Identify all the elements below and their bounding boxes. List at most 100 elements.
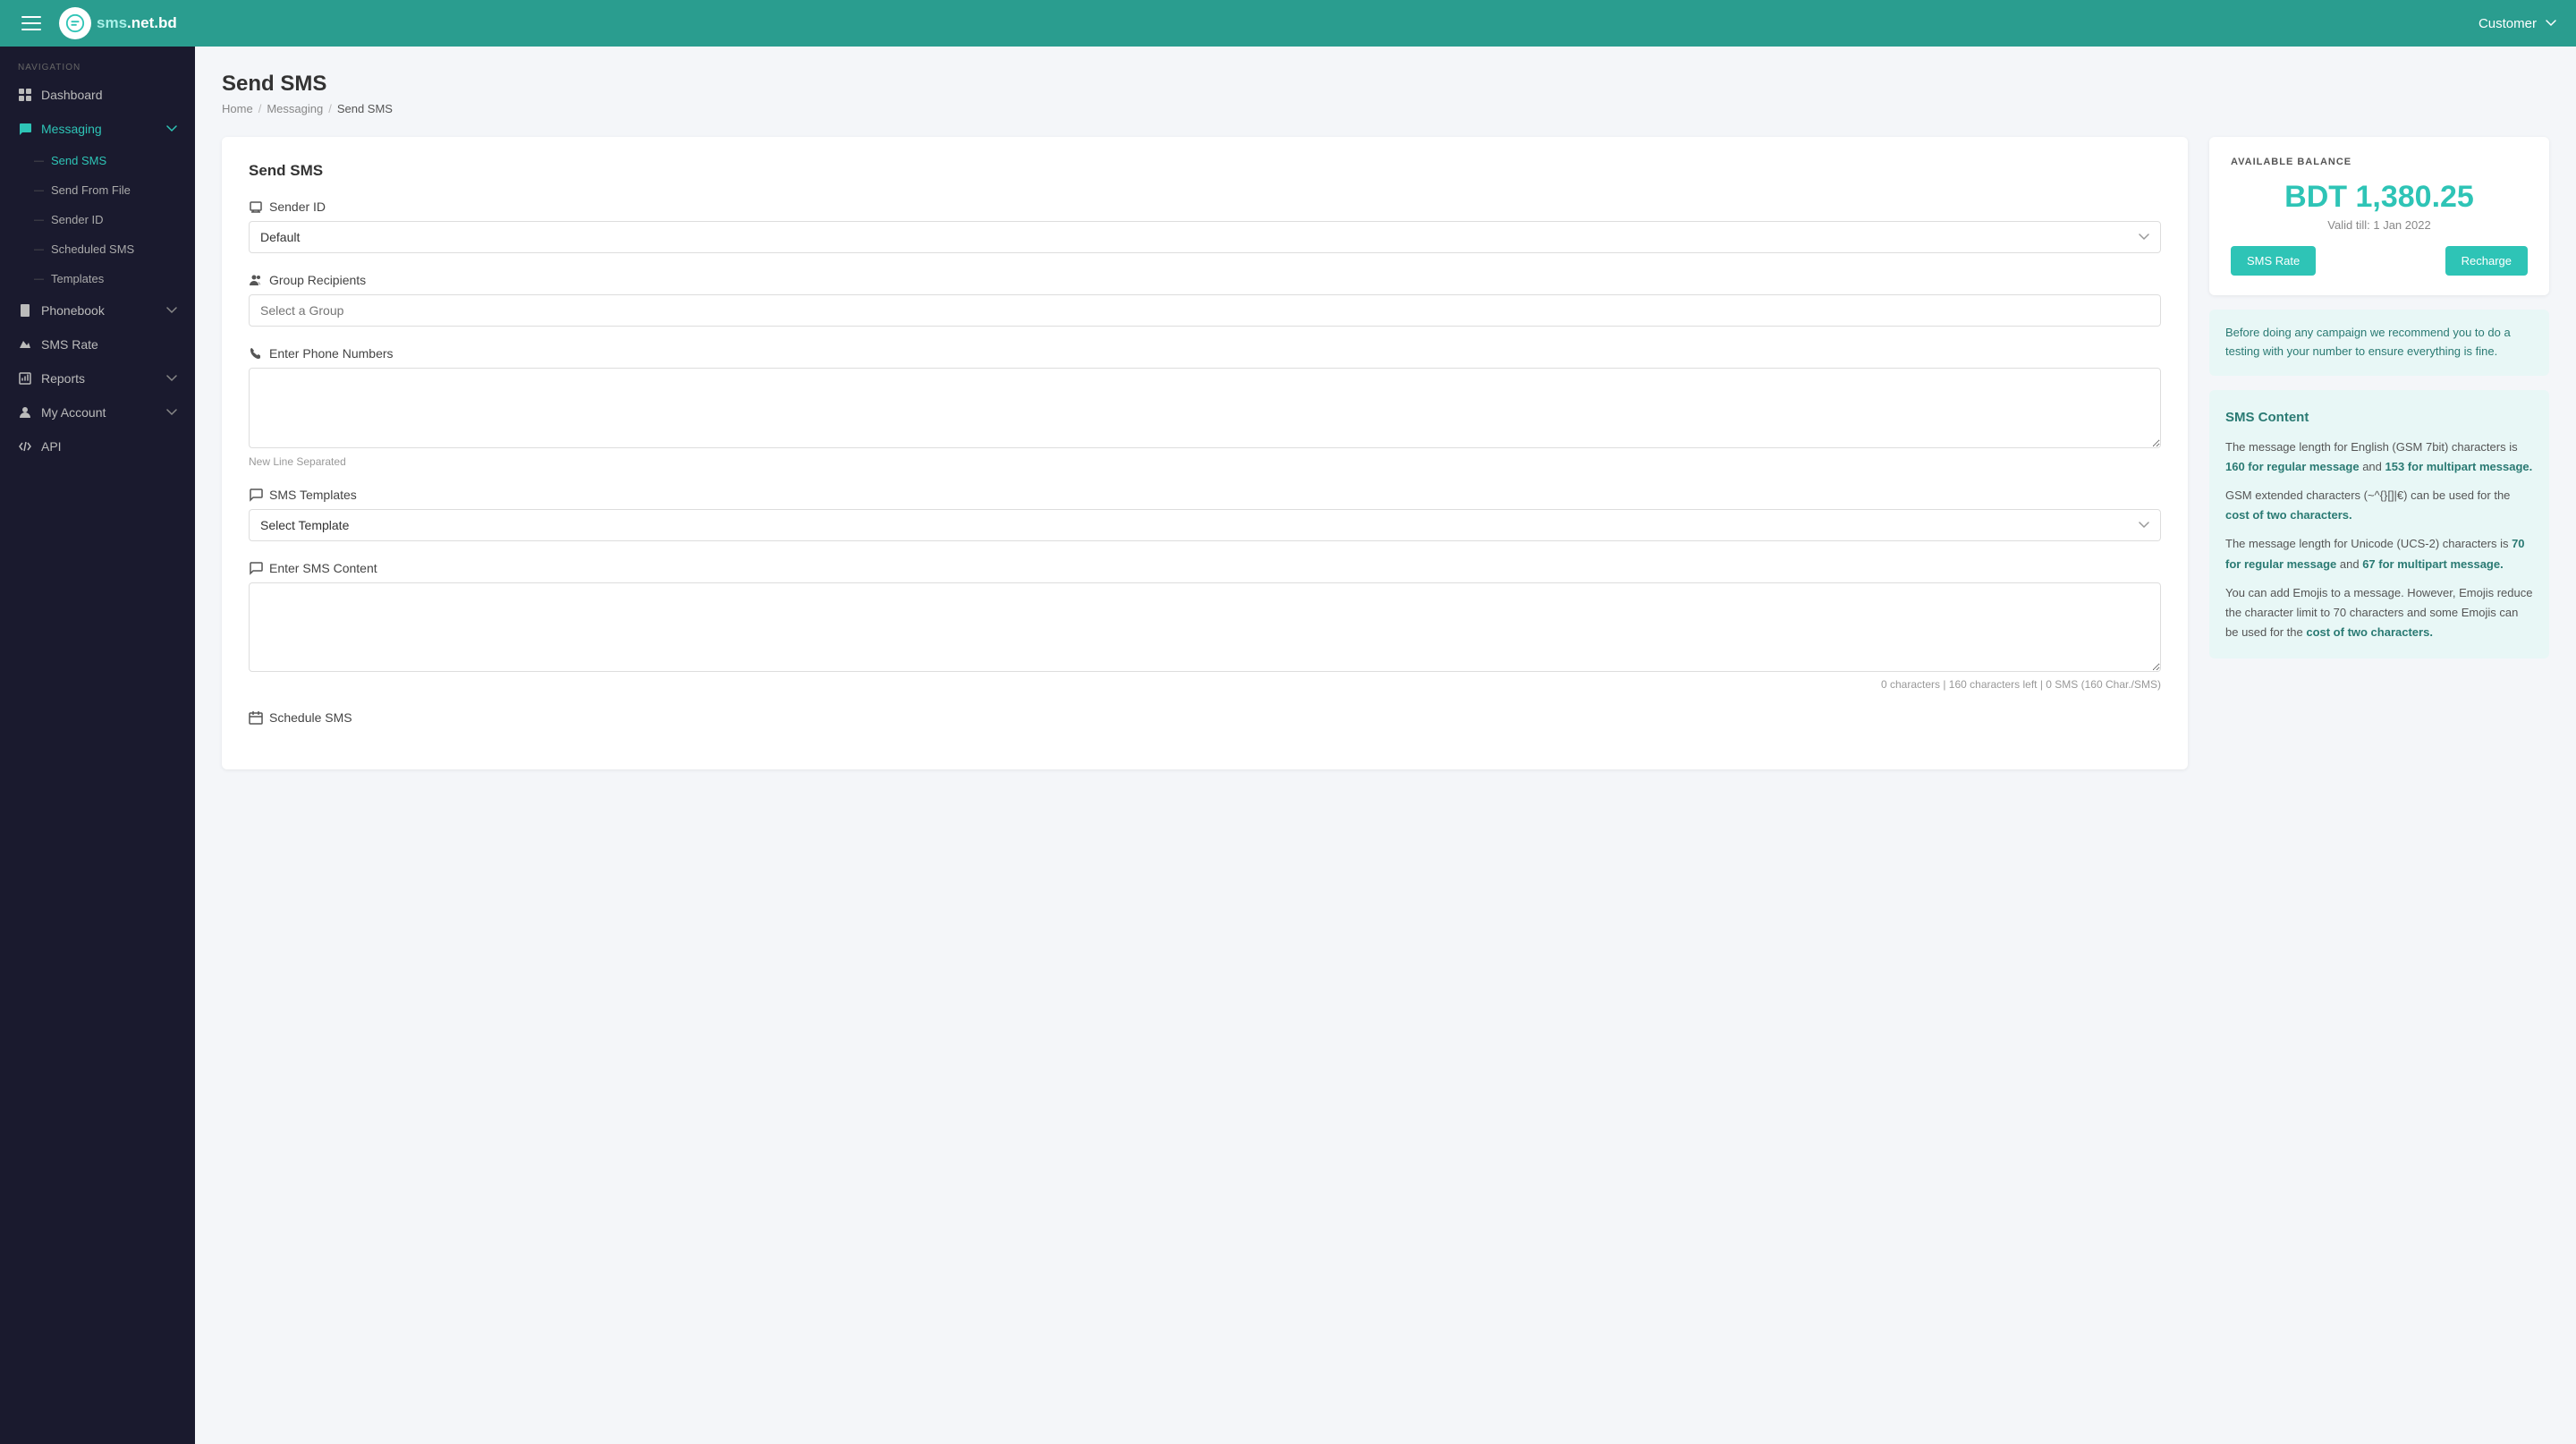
- schedule-sms-group: Schedule SMS: [249, 710, 2161, 725]
- phone-numbers-group: Enter Phone Numbers New Line Separated: [249, 346, 2161, 468]
- sms-rate-icon: [18, 337, 32, 352]
- sms-info-bold: 153 for multipart message.: [2385, 460, 2533, 473]
- balance-currency: BDT: [2284, 180, 2347, 214]
- sidebar: NAVIGATION Dashboard Messaging Send SMS …: [0, 47, 195, 1444]
- user-menu[interactable]: Customer: [2479, 16, 2558, 31]
- chevron-icon: [166, 407, 177, 418]
- sms-info-bold: 67 for multipart message.: [2362, 557, 2504, 571]
- chevron-icon: [166, 373, 177, 384]
- sidebar-item-label: Phonebook: [41, 303, 105, 318]
- right-panel: AVAILABLE BALANCE BDT 1,380.25 Valid til…: [2209, 137, 2549, 658]
- sender-id-label: Sender ID: [249, 200, 2161, 214]
- sms-info-p2: GSM extended characters (~^{}[]|€) can b…: [2225, 486, 2533, 525]
- phone-numbers-textarea[interactable]: [249, 368, 2161, 448]
- dashboard-icon: [18, 88, 32, 102]
- breadcrumb-current: Send SMS: [337, 102, 393, 115]
- info-text: Before doing any campaign we recommend y…: [2225, 326, 2511, 358]
- sms-rate-button[interactable]: SMS Rate: [2231, 246, 2316, 276]
- sms-content-label: Enter SMS Content: [249, 561, 2161, 575]
- calendar-icon: [249, 710, 263, 725]
- sidebar-item-api[interactable]: API: [0, 429, 195, 463]
- template-icon: [249, 488, 263, 502]
- breadcrumb: Home / Messaging / Send SMS: [222, 102, 2549, 115]
- logo-text: sms.net.bd: [97, 14, 177, 32]
- balance-section-label: AVAILABLE BALANCE: [2231, 157, 2528, 167]
- send-sms-card: Send SMS Sender ID Default Group Rec: [222, 137, 2188, 769]
- group-recipients-input[interactable]: [249, 294, 2161, 327]
- sms-info-p3: The message length for Unicode (UCS-2) c…: [2225, 534, 2533, 573]
- user-label: Customer: [2479, 16, 2537, 31]
- sidebar-subitem-send-sms[interactable]: Send SMS: [0, 146, 195, 175]
- breadcrumb-sep: /: [328, 102, 332, 115]
- balance-value: 1,380.25: [2355, 180, 2473, 214]
- reports-icon: [18, 371, 32, 386]
- balance-amount: BDT 1,380.25: [2231, 180, 2528, 215]
- sidebar-item-sms-rate[interactable]: SMS Rate: [0, 327, 195, 361]
- sidebar-item-label: API: [41, 439, 62, 454]
- sidebar-item-label: Messaging: [41, 122, 102, 136]
- balance-valid: Valid till: 1 Jan 2022: [2231, 218, 2528, 232]
- recharge-button[interactable]: Recharge: [2445, 246, 2528, 276]
- sidebar-item-reports[interactable]: Reports: [0, 361, 195, 395]
- balance-card: AVAILABLE BALANCE BDT 1,380.25 Valid til…: [2209, 137, 2549, 295]
- sms-content-info-title: SMS Content: [2225, 406, 2533, 429]
- main-content: Send SMS Home / Messaging / Send SMS Sen…: [195, 47, 2576, 1444]
- sms-info-bold: cost of two characters.: [2306, 625, 2433, 639]
- phone-numbers-label: Enter Phone Numbers: [249, 346, 2161, 361]
- sidebar-item-my-account[interactable]: My Account: [0, 395, 195, 429]
- sms-templates-select[interactable]: Select Template: [249, 509, 2161, 541]
- phonebook-icon: [18, 303, 32, 318]
- phone-icon: [249, 346, 263, 361]
- page-title: Send SMS: [222, 72, 2549, 97]
- balance-actions: SMS Rate Recharge: [2231, 246, 2528, 276]
- sidebar-item-phonebook[interactable]: Phonebook: [0, 293, 195, 327]
- sidebar-subitem-label: Scheduled SMS: [51, 242, 134, 256]
- my-account-icon: [18, 405, 32, 420]
- sms-info-bold: cost of two characters.: [2225, 508, 2352, 522]
- phone-numbers-hint: New Line Separated: [249, 455, 2161, 468]
- sidebar-subitem-send-from-file[interactable]: Send From File: [0, 175, 195, 205]
- sms-content-group: Enter SMS Content 0 characters | 160 cha…: [249, 561, 2161, 691]
- sender-id-icon: [249, 200, 263, 214]
- chevron-icon: [166, 305, 177, 316]
- sidebar-item-label: SMS Rate: [41, 337, 98, 352]
- breadcrumb-section[interactable]: Messaging: [267, 102, 323, 115]
- breadcrumb-home[interactable]: Home: [222, 102, 253, 115]
- sidebar-subitem-label: Sender ID: [51, 213, 104, 226]
- sms-info-bold: 160 for regular message: [2225, 460, 2360, 473]
- sidebar-item-dashboard[interactable]: Dashboard: [0, 78, 195, 112]
- sidebar-item-label: My Account: [41, 405, 106, 420]
- sender-id-select[interactable]: Default: [249, 221, 2161, 253]
- chevron-down-icon: [2544, 16, 2558, 30]
- content-row: Send SMS Sender ID Default Group Rec: [222, 137, 2549, 769]
- top-navigation: sms.net.bd Customer: [0, 0, 2576, 47]
- logo-icon: [59, 7, 91, 39]
- sms-content-textarea[interactable]: [249, 582, 2161, 672]
- logo: sms.net.bd: [59, 7, 177, 39]
- sms-templates-group: SMS Templates Select Template: [249, 488, 2161, 541]
- sms-content-icon: [249, 561, 263, 575]
- hamburger-button[interactable]: [18, 13, 45, 34]
- sidebar-subitem-label: Templates: [51, 272, 104, 285]
- sidebar-subitem-sender-id[interactable]: Sender ID: [0, 205, 195, 234]
- sidebar-item-label: Dashboard: [41, 88, 103, 102]
- breadcrumb-sep: /: [258, 102, 262, 115]
- chevron-icon: [166, 123, 177, 134]
- sidebar-item-label: Reports: [41, 371, 85, 386]
- sender-id-group: Sender ID Default: [249, 200, 2161, 253]
- sidebar-item-messaging[interactable]: Messaging: [0, 112, 195, 146]
- api-icon: [18, 439, 32, 454]
- top-nav-left: sms.net.bd: [18, 7, 177, 39]
- card-title: Send SMS: [249, 162, 2161, 180]
- info-card: Before doing any campaign we recommend y…: [2209, 310, 2549, 376]
- group-recipients-group: Group Recipients: [249, 273, 2161, 327]
- char-count: 0 characters | 160 characters left | 0 S…: [249, 678, 2161, 691]
- sms-templates-label: SMS Templates: [249, 488, 2161, 502]
- schedule-sms-label: Schedule SMS: [249, 710, 2161, 725]
- group-icon: [249, 273, 263, 287]
- sidebar-subitem-label: Send From File: [51, 183, 131, 197]
- messaging-icon: [18, 122, 32, 136]
- sidebar-subitem-templates[interactable]: Templates: [0, 264, 195, 293]
- sidebar-subitem-scheduled-sms[interactable]: Scheduled SMS: [0, 234, 195, 264]
- sidebar-subitem-label: Send SMS: [51, 154, 106, 167]
